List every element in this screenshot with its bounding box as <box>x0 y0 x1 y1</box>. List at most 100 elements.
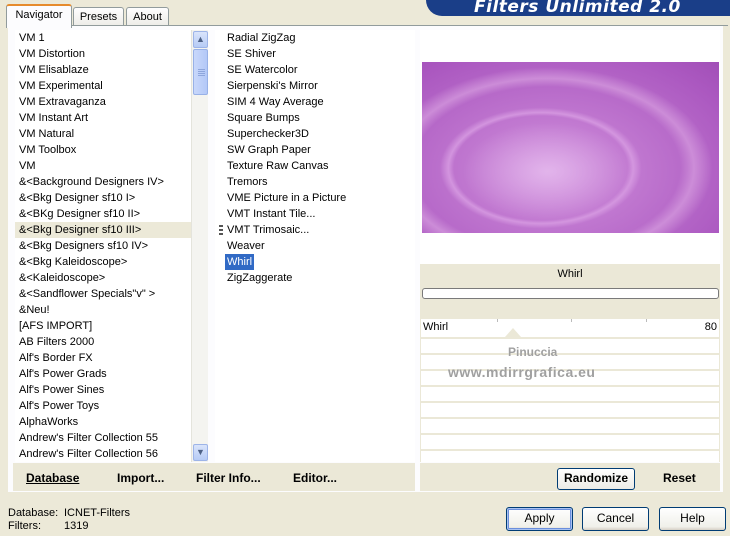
filter-item[interactable]: Texture Raw Canvas <box>225 158 331 174</box>
category-item[interactable]: VM Distortion <box>15 46 191 62</box>
apply-button[interactable]: Apply <box>506 507 573 531</box>
watermark-url: www.mdirrgrafica.eu <box>448 364 596 380</box>
filter-info-label: Filter Info... <box>196 471 261 485</box>
filters-status: Filters: 1319 <box>8 520 88 532</box>
tab-about[interactable]: About <box>126 7 169 27</box>
database-status-label: Database: <box>8 507 59 519</box>
category-item[interactable]: VM Instant Art <box>15 110 191 126</box>
category-item[interactable]: &<Bkg Kaleidoscope> <box>15 254 191 270</box>
filter-item[interactable]: Superchecker3D <box>225 126 311 142</box>
chevron-up-icon: ▲ <box>196 34 205 44</box>
filter-item[interactable]: VMT Instant Tile... <box>225 206 317 222</box>
category-item[interactable]: AlphaWorks <box>15 414 191 430</box>
category-item[interactable]: VM Extravaganza <box>15 94 191 110</box>
filter-item[interactable]: SIM 4 Way Average <box>225 94 326 110</box>
category-item[interactable]: AB Filters 2000 <box>15 334 191 350</box>
watermark-name: Pinuccia <box>508 345 558 359</box>
empty-parameter-row <box>421 435 719 449</box>
ruler-tick <box>571 319 572 322</box>
database-status: Database: ICNET-Filters <box>8 507 130 519</box>
app-title: Filters Unlimited 2.0 <box>474 0 681 16</box>
category-item[interactable]: &<BKg Designer sf10 II> <box>15 206 191 222</box>
empty-parameter-row <box>421 387 719 401</box>
filters-count: 1319 <box>64 520 89 532</box>
filter-item[interactable]: SE Shiver <box>225 46 278 62</box>
chevron-down-icon: ▼ <box>196 447 205 457</box>
scroll-down-button[interactable]: ▼ <box>193 444 208 461</box>
category-item[interactable]: Andrew's Filter Collection 55 <box>15 430 191 446</box>
category-item[interactable]: Alf's Border FX <box>15 350 191 366</box>
filter-item[interactable]: Weaver <box>225 238 267 254</box>
empty-parameter-row <box>421 339 719 353</box>
database-label: Database <box>26 471 80 485</box>
filter-item[interactable]: SE Watercolor <box>225 62 300 78</box>
preview-image <box>422 62 719 233</box>
category-list[interactable]: VM 1 VM Distortion VM Elisablaze VM Expe… <box>15 30 191 462</box>
dialog-marker-icon <box>219 225 223 235</box>
parameter-name: Whirl <box>423 321 449 333</box>
filter-item[interactable]: Square Bumps <box>225 110 302 126</box>
database-status-value: ICNET-Filters <box>64 507 130 519</box>
help-button[interactable]: Help <box>659 507 726 531</box>
database-button[interactable]: Database <box>26 471 79 485</box>
category-item[interactable]: [AFS IMPORT] <box>15 318 191 334</box>
empty-parameter-row <box>421 403 719 417</box>
filter-list[interactable]: Radial ZigZag SE Shiver SE Watercolor Si… <box>215 30 415 462</box>
category-item[interactable]: &<Background Designers IV> <box>15 174 191 190</box>
ruler-tick <box>646 319 647 322</box>
category-item[interactable]: Alf's Power Sines <box>15 382 191 398</box>
cancel-button[interactable]: Cancel <box>582 507 649 531</box>
category-item-selected[interactable]: &<Bkg Designer sf10 III> <box>15 222 191 238</box>
category-item[interactable]: &<Kaleidoscope> <box>15 270 191 286</box>
filter-item-selected[interactable]: Whirl <box>225 254 255 270</box>
filter-item[interactable]: VMT Trimosaic... <box>225 222 311 238</box>
tab-presets[interactable]: Presets <box>73 7 124 27</box>
category-item[interactable]: &<Bkg Designer sf10 I> <box>15 190 191 206</box>
grip-line <box>198 69 205 70</box>
category-item[interactable]: VM 1 <box>15 30 191 46</box>
tab-label: About <box>133 11 162 23</box>
scroll-thumb[interactable] <box>193 49 208 95</box>
tab-navigator[interactable]: Navigator <box>6 4 72 28</box>
filter-item[interactable]: SW Graph Paper <box>225 142 313 158</box>
editor-label: Editor... <box>293 471 338 485</box>
category-item[interactable]: Alf's Power Grads <box>15 366 191 382</box>
category-item[interactable]: &<Bkg Designers sf10 IV> <box>15 238 191 254</box>
tab-label: Navigator <box>15 9 63 21</box>
import-label: Import... <box>117 471 165 485</box>
empty-parameter-row <box>421 451 719 462</box>
app-banner: Filters Unlimited 2.0 <box>426 0 730 16</box>
filter-item[interactable]: ZigZaggerate <box>225 270 294 286</box>
category-scrollbar[interactable]: ▲ ▼ <box>191 30 208 462</box>
scroll-up-button[interactable]: ▲ <box>193 31 208 48</box>
category-item[interactable]: VM Natural <box>15 126 191 142</box>
grip-line <box>198 73 205 74</box>
filter-item[interactable]: Radial ZigZag <box>225 30 297 46</box>
filter-item[interactable]: Tremors <box>225 174 270 190</box>
category-item[interactable]: VM Elisablaze <box>15 62 191 78</box>
category-item[interactable]: Andrew's Filter Collection 56 <box>15 446 191 462</box>
tab-label: Presets <box>79 11 118 23</box>
grip-line <box>198 71 205 72</box>
randomize-button[interactable]: Randomize <box>557 468 635 490</box>
category-item[interactable]: &Neu! <box>15 302 191 318</box>
category-item[interactable]: &<Sandflower Specials"v" > <box>15 286 191 302</box>
filter-item[interactable]: VME Picture in a Picture <box>225 190 348 206</box>
ruler-tick <box>497 319 498 322</box>
empty-parameter-row <box>421 419 719 433</box>
filter-name-label: Whirl <box>557 268 583 280</box>
filters-status-label: Filters: <box>8 520 41 532</box>
import-button[interactable]: Import... <box>117 471 164 485</box>
slider-pointer-icon[interactable] <box>505 328 521 337</box>
reset-button[interactable]: Reset <box>663 471 696 485</box>
category-item[interactable]: VM Experimental <box>15 78 191 94</box>
editor-button[interactable]: Editor... <box>293 471 337 485</box>
parameter-row[interactable]: Whirl 80 <box>421 319 719 337</box>
filter-item[interactable]: Sierpenski's Mirror <box>225 78 320 94</box>
progress-bar <box>422 288 719 299</box>
category-item[interactable]: Alf's Power Toys <box>15 398 191 414</box>
category-item[interactable]: VM Toolbox <box>15 142 191 158</box>
grip-line <box>198 75 205 76</box>
category-item[interactable]: VM <box>15 158 191 174</box>
filter-info-button[interactable]: Filter Info... <box>196 471 261 485</box>
